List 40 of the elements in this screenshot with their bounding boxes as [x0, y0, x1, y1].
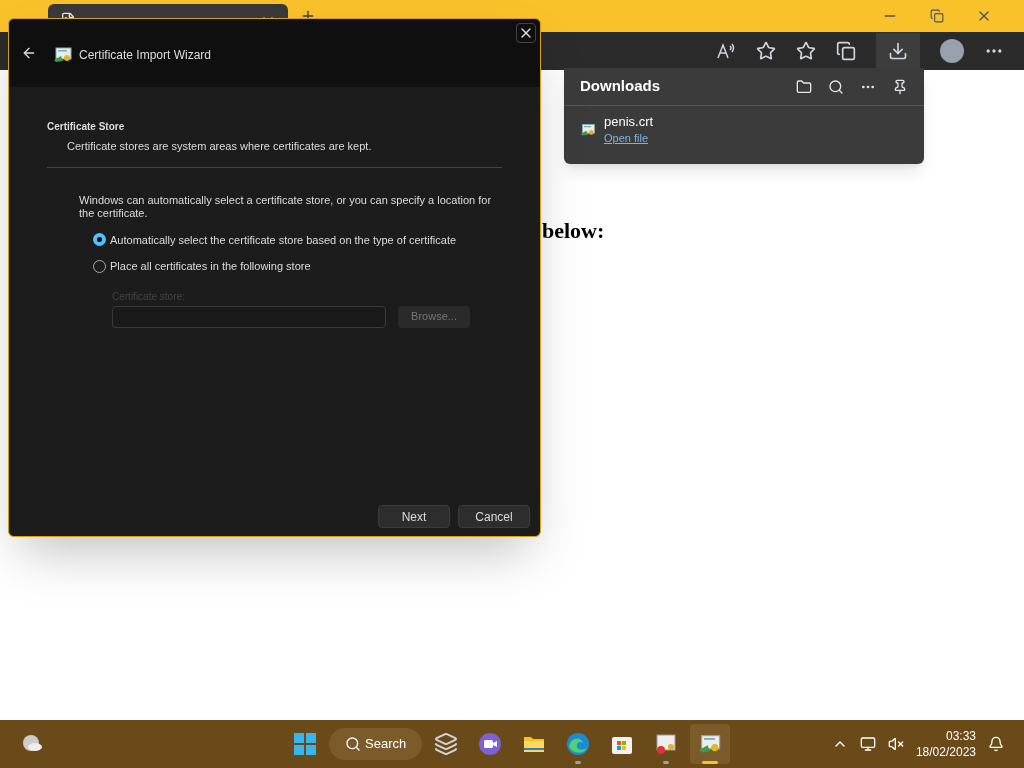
radio-option[interactable]: Place all certificates in the following store: [93, 258, 470, 275]
notification-icon[interactable]: [988, 736, 1004, 752]
search-icon[interactable]: [828, 78, 844, 95]
open-file-link[interactable]: Open file: [604, 130, 654, 146]
clock-time: 03:33: [945, 728, 976, 744]
add-favorite-icon[interactable]: [756, 41, 776, 61]
section-subheading: Certificate stores are system areas where certificates are kept.: [66, 139, 373, 154]
taskbar-app[interactable]: [690, 724, 731, 764]
page-text: below:: [542, 217, 605, 245]
dialog-button[interactable]: Cancel: [458, 505, 530, 528]
favorites-icon[interactable]: [796, 41, 816, 61]
certificate-wizard-icon: [53, 45, 73, 65]
back-icon[interactable]: [21, 45, 37, 61]
section-heading: Certificate Store: [47, 120, 126, 134]
panel-title: Downloads: [580, 76, 661, 97]
pin-icon[interactable]: [892, 78, 908, 95]
file-name: penis.crt: [604, 114, 654, 130]
dialog-button[interactable]: Next: [378, 505, 450, 528]
start-icon[interactable]: [293, 732, 317, 756]
clock-date: 18/02/2023: [915, 744, 976, 760]
certificate-file-icon: [580, 122, 596, 138]
download-icon: [888, 41, 908, 61]
browser-icon: [566, 732, 591, 756]
folder-icon[interactable]: [796, 78, 812, 95]
restore-icon[interactable]: [930, 9, 944, 23]
read-aloud-icon[interactable]: [716, 41, 736, 61]
task-view-icon: [434, 732, 459, 756]
certificate-error-icon: [654, 732, 679, 756]
collections-icon[interactable]: [836, 41, 856, 61]
radio-option[interactable]: Automatically select the certificate store based on the type of certificate: [93, 231, 470, 248]
description-text: Windows can automatically select a certificate store, or you can specify a location for the certificate.: [79, 193, 493, 220]
volume-icon[interactable]: [887, 736, 904, 752]
downloads-button[interactable]: [876, 33, 920, 69]
network-icon[interactable]: [859, 736, 876, 752]
search-icon: [345, 736, 361, 752]
close-button[interactable]: [516, 23, 536, 43]
profile-avatar[interactable]: [940, 39, 964, 63]
video-chat-icon: [478, 732, 503, 756]
search-button[interactable]: Search: [329, 728, 423, 760]
window-title: Certificate Import Wizard: [79, 47, 212, 64]
